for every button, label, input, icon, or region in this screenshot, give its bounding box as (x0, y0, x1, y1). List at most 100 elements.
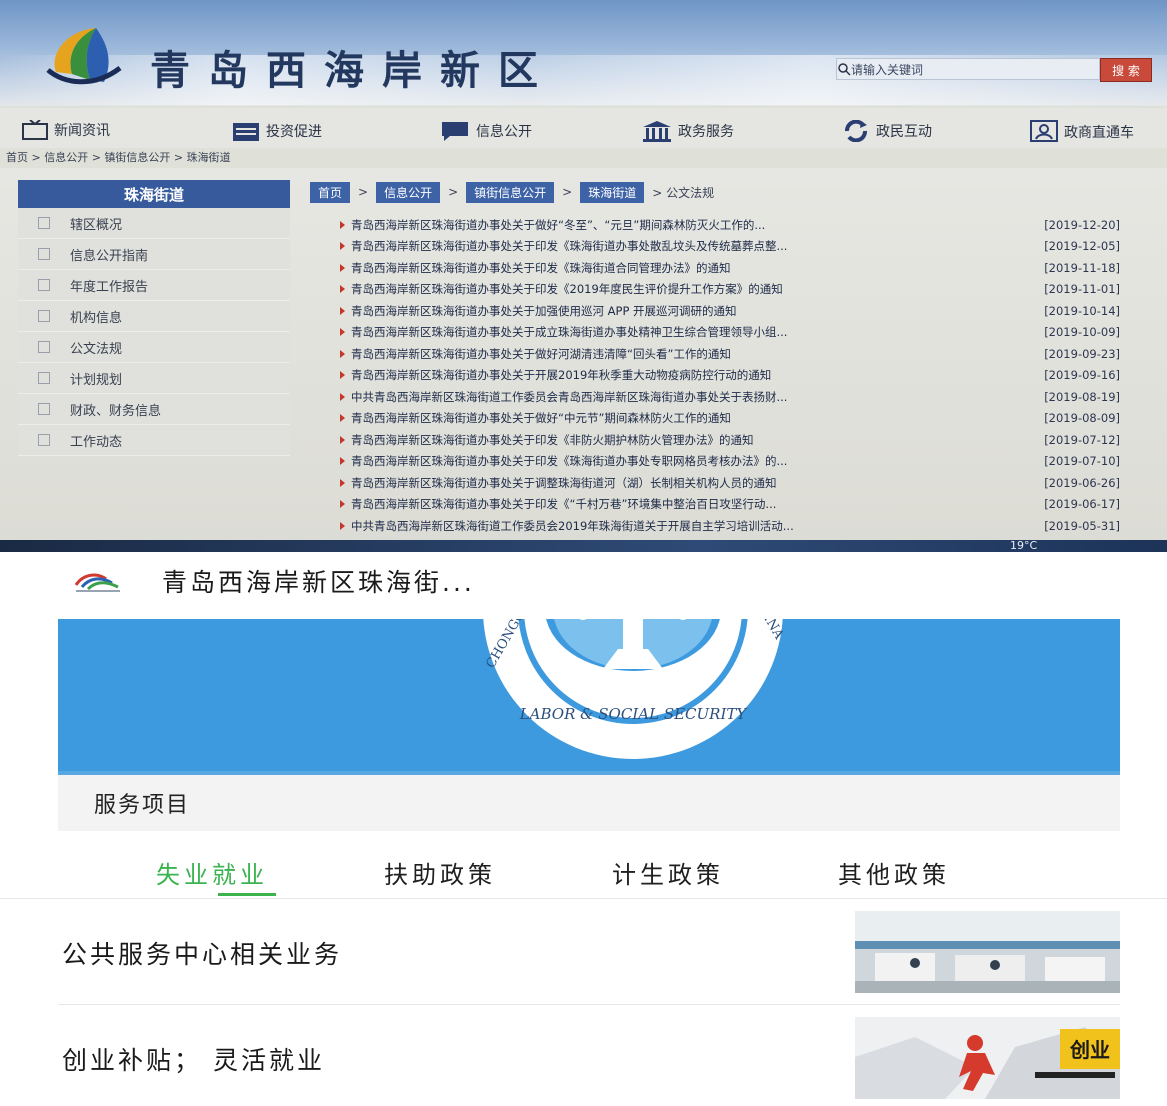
sidebar-title: 珠海街道 (18, 180, 290, 208)
sidebar-item-label: 财政、财务信息 (70, 403, 162, 419)
service-title: 服务项目 (94, 793, 191, 818)
table-row[interactable]: 青岛西海岸新区珠海街道办事处关于做好“中元节”期间森林防火工作的通知 [2019-… (340, 408, 1120, 430)
sidebar-item-work-updates[interactable]: 工作动态 (18, 425, 290, 456)
mobile-page-title: 青岛西海岸新区珠海街... (162, 568, 475, 597)
sidebar-item-label: 年度工作报告 (70, 279, 149, 295)
document-title-link[interactable]: 青岛西海岸新区珠海街道办事处关于成立珠海街道办事处精神卫生综合管理领导小组... (351, 324, 1002, 340)
crumb-town-info[interactable]: 镇街信息公开 (466, 181, 555, 203)
main-nav: 新闻资讯 投资促进 信息公开 政务服务 政民互动 政商直通车 (0, 108, 1167, 148)
nav-item-interaction[interactable]: 政民互动 (842, 120, 932, 142)
bullet-arrow-icon (340, 349, 345, 358)
sidebar-item-organization[interactable]: 机构信息 (18, 301, 290, 332)
document-title-link[interactable]: 青岛西海岸新区珠海街道办事处关于开展2019年秋季重大动物疫病防控行动的通知 (351, 367, 1002, 383)
document-date: [2019-10-14] (1044, 303, 1120, 318)
sidebar-item-regulations[interactable]: 公文法规 (18, 332, 290, 363)
document-title-link[interactable]: 青岛西海岸新区珠海街道办事处关于做好“中元节”期间森林防火工作的通知 (351, 410, 1002, 426)
table-row[interactable]: 青岛西海岸新区珠海街道办事处关于做好河湖清违清障“回头看”工作的通知 [2019-… (340, 343, 1120, 365)
document-title-link[interactable]: 青岛西海岸新区珠海街道办事处关于印发《珠海街道办事处专职网格员考核办法》的... (351, 453, 1002, 469)
sidebar-item-annual-report[interactable]: 年度工作报告 (18, 270, 290, 301)
nav-label: 投资促进 (266, 124, 322, 140)
document-title-link[interactable]: 青岛西海岸新区珠海街道办事处关于印发《2019年度民生评价提升工作方案》的通知 (351, 281, 1002, 297)
thumb-text: 创业 (1069, 1038, 1110, 1062)
sidebar-item-overview[interactable]: 辖区概况 (18, 208, 290, 239)
document-date: [2019-08-19] (1044, 389, 1120, 404)
bullet-arrow-icon (340, 220, 345, 229)
table-row[interactable]: 青岛西海岸新区珠海街道办事处关于开展2019年秋季重大动物疫病防控行动的通知 [2… (340, 365, 1120, 387)
emblem-text: LABOR & SOCIAL SECURITY (519, 705, 749, 723)
bullet-arrow-icon (340, 500, 345, 509)
nav-item-business[interactable]: 政商直通车 (1030, 120, 1134, 144)
crumb-info-public[interactable]: 信息公开 (376, 181, 441, 203)
app-logo-icon (74, 573, 120, 592)
divider (0, 898, 1167, 899)
list-item[interactable]: 创业补贴； 灵活就业 创业 (58, 1017, 1120, 1101)
site-banner: 青岛西海岸新区 请输入关键词 搜 索 (0, 0, 1167, 106)
crumb-home[interactable]: 首页 (310, 181, 351, 203)
sidebar-item-planning[interactable]: 计划规划 (18, 363, 290, 394)
tab-unemployment[interactable]: 失业就业 (156, 855, 268, 890)
table-row[interactable]: 青岛西海岸新区珠海街道办事处关于加强使用巡河 APP 开展巡河调研的通知 [201… (340, 300, 1120, 322)
active-tab-indicator (218, 893, 276, 896)
table-row[interactable]: 中共青岛西海岸新区珠海街道工作委员会2019年珠海街道关于开展自主学习培训活动.… (340, 515, 1120, 537)
divider (58, 1004, 1120, 1005)
service-section-header: 服务项目 (58, 775, 1120, 831)
sidebar-item-label: 机构信息 (70, 310, 123, 326)
sidebar-item-guide[interactable]: 信息公开指南 (18, 239, 290, 270)
list-item-label: 创业补贴； 灵活就业 (62, 1046, 325, 1075)
table-row[interactable]: 中共青岛西海岸新区珠海街道工作委员会青岛西海岸新区珠海街道办事处关于表扬财...… (340, 386, 1120, 408)
expand-icon (38, 310, 50, 322)
document-title-link[interactable]: 青岛西海岸新区珠海街道办事处关于印发《非防火期护林防火管理办法》的通知 (351, 432, 1002, 448)
mobile-page: 青岛西海岸新区珠海街... LABOR & SOCIAL SECURITY CH… (0, 553, 1167, 1106)
document-title-link[interactable]: 青岛西海岸新区珠海街道办事处关于调整珠海街道河（湖）长制相关机构人员的通知 (351, 475, 1002, 491)
content-breadcrumb: 首页 > 信息公开 > 镇街信息公开 > 珠海街道 > 公文法规 (310, 180, 1130, 204)
document-title-link[interactable]: 青岛西海岸新区珠海街道办事处关于印发《珠海街道合同管理办法》的通知 (351, 260, 1002, 276)
crumb-separator: > (562, 185, 573, 199)
bullet-arrow-icon (340, 285, 345, 294)
list-item[interactable]: 公共服务中心相关业务 (58, 911, 1120, 995)
nav-label: 政民互动 (876, 124, 932, 140)
nav-item-gov-service[interactable]: 政务服务 (642, 120, 734, 142)
table-row[interactable]: 青岛西海岸新区珠海街道办事处关于成立珠海街道办事处精神卫生综合管理领导小组...… (340, 322, 1120, 344)
sidebar-item-label: 计划规划 (70, 372, 123, 388)
document-date: [2019-07-10] (1044, 454, 1120, 469)
document-title-link[interactable]: 青岛西海岸新区珠海街道办事处关于做好河湖清违清障“回头看”工作的通知 (351, 346, 1002, 362)
table-row[interactable]: 青岛西海岸新区珠海街道办事处关于调整珠海街道河（湖）长制相关机构人员的通知 [20… (340, 472, 1120, 494)
nav-item-news[interactable]: 新闻资讯 (22, 120, 110, 140)
tab-assistance[interactable]: 扶助政策 (384, 855, 496, 890)
table-row[interactable]: 青岛西海岸新区珠海街道办事处关于印发《2019年度民生评价提升工作方案》的通知 [… (340, 279, 1120, 301)
table-row[interactable]: 青岛西海岸新区珠海街道办事处关于印发《珠海街道办事处专职网格员考核办法》的...… (340, 451, 1120, 473)
document-title-link[interactable]: 中共青岛西海岸新区珠海街道工作委员会2019年珠海街道关于开展自主学习培训活动.… (351, 518, 1002, 534)
tab-family-planning[interactable]: 计生政策 (612, 855, 724, 890)
document-title-link[interactable]: 青岛西海岸新区珠海街道办事处关于做好“冬至”、“元旦”期间森林防灭火工作的... (351, 217, 1002, 233)
table-row[interactable]: 青岛西海岸新区珠海街道办事处关于印发《“千村万巷”环境集中整治百日攻坚行动...… (340, 494, 1120, 516)
expand-icon (38, 248, 50, 260)
sidebar: 珠海街道 辖区概况 信息公开指南 年度工作报告 机构信息 公文法规 计划规划 财… (18, 180, 290, 456)
crumb-zhuhai[interactable]: 珠海街道 (580, 181, 645, 203)
list-item-label: 公共服务中心相关业务 (62, 940, 343, 969)
breadcrumb: 首页 > 信息公开 > 镇街信息公开 > 珠海街道 (6, 151, 231, 164)
sidebar-item-finance[interactable]: 财政、财务信息 (18, 394, 290, 425)
table-row[interactable]: 青岛西海岸新区珠海街道办事处关于印发《珠海街道合同管理办法》的通知 [2019-1… (340, 257, 1120, 279)
search-button[interactable]: 搜 索 (1100, 58, 1152, 82)
nav-item-investment[interactable]: 投资促进 (232, 120, 322, 142)
table-row[interactable]: 青岛西海岸新区珠海街道办事处关于印发《珠海街道办事处散乱坟头及传统墓葬点整...… (340, 236, 1120, 258)
calendar-icon (233, 123, 259, 141)
tab-other-policies[interactable]: 其他政策 (838, 855, 950, 890)
bullet-arrow-icon (340, 392, 345, 401)
labor-security-emblem-icon: LABOR & SOCIAL SECURITY CHONGQING CHINA (483, 619, 786, 759)
table-row[interactable]: 青岛西海岸新区珠海街道办事处关于做好“冬至”、“元旦”期间森林防灭火工作的...… (340, 214, 1120, 236)
nav-label: 政商直通车 (1064, 125, 1134, 141)
hero-banner[interactable]: LABOR & SOCIAL SECURITY CHONGQING CHINA (58, 619, 1120, 775)
document-title-link[interactable]: 中共青岛西海岸新区珠海街道工作委员会青岛西海岸新区珠海街道办事处关于表扬财... (351, 389, 1002, 405)
document-date: [2019-08-09] (1044, 411, 1120, 426)
table-row[interactable]: 青岛西海岸新区珠海街道办事处关于印发《非防火期护林防火管理办法》的通知 [2019… (340, 429, 1120, 451)
document-title-link[interactable]: 青岛西海岸新区珠海街道办事处关于加强使用巡河 APP 开展巡河调研的通知 (351, 303, 1002, 319)
building-icon (643, 121, 671, 142)
os-taskbar (0, 540, 1167, 552)
document-title-link[interactable]: 青岛西海岸新区珠海街道办事处关于印发《“千村万巷”环境集中整治百日攻坚行动... (351, 496, 1002, 512)
nav-item-info-public[interactable]: 信息公开 (440, 120, 532, 142)
search-input[interactable]: 请输入关键词 (836, 58, 1100, 80)
bullet-arrow-icon (340, 478, 345, 487)
expand-icon (38, 403, 50, 415)
document-title-link[interactable]: 青岛西海岸新区珠海街道办事处关于印发《珠海街道办事处散乱坟头及传统墓葬点整... (351, 238, 1002, 254)
